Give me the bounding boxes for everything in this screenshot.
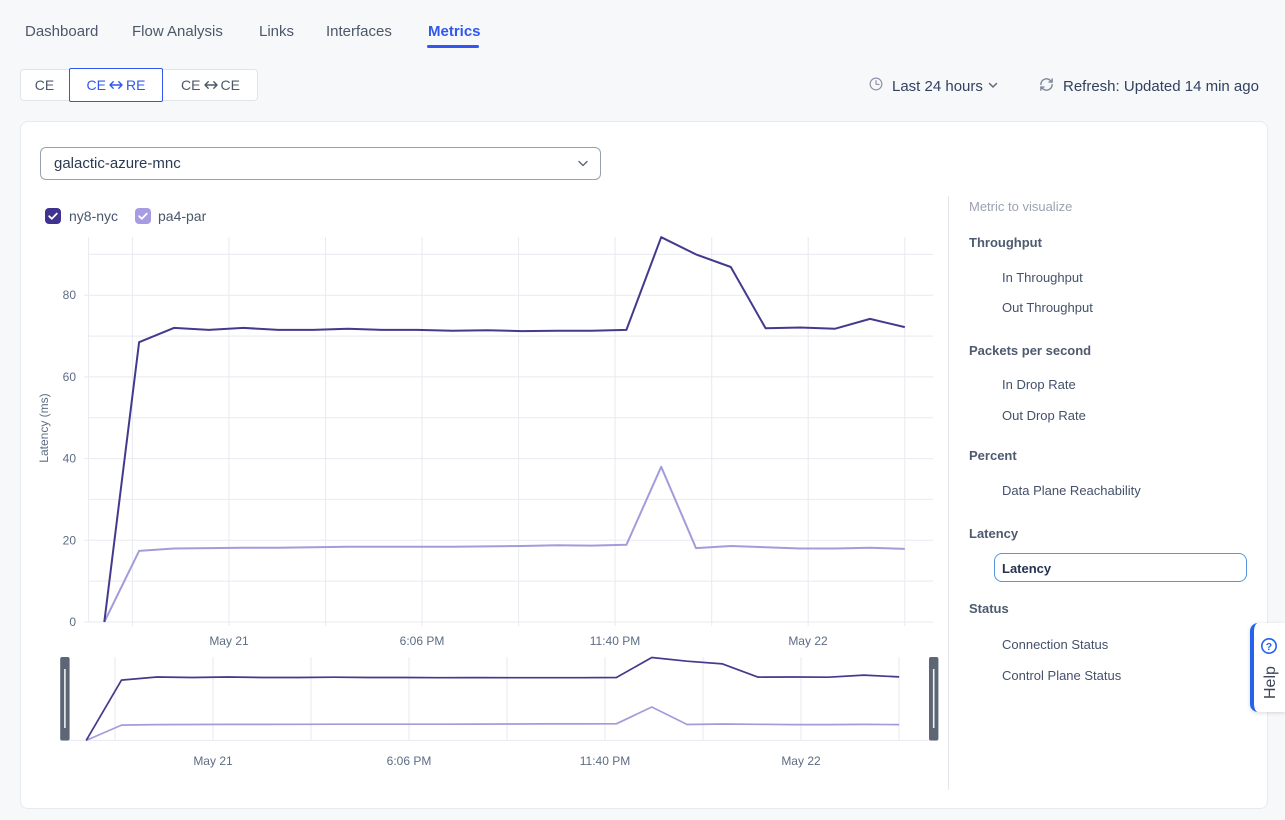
svg-text:40: 40 [63, 452, 77, 466]
svg-text:May 21: May 21 [209, 634, 249, 648]
svg-text:20: 20 [63, 533, 77, 547]
svg-text:May 21: May 21 [193, 754, 233, 768]
svg-text:May 22: May 22 [781, 754, 821, 768]
svg-text:11:40 PM: 11:40 PM [590, 634, 640, 648]
svg-text:6:06 PM: 6:06 PM [400, 634, 445, 648]
svg-text:May 22: May 22 [788, 634, 828, 648]
svg-text:60: 60 [63, 370, 77, 384]
svg-text:?: ? [1266, 641, 1272, 653]
svg-text:0: 0 [69, 615, 76, 629]
svg-text:6:06 PM: 6:06 PM [387, 754, 432, 768]
svg-text:Latency (ms): Latency (ms) [37, 393, 51, 462]
svg-text:11:40 PM: 11:40 PM [580, 754, 630, 768]
svg-text:80: 80 [63, 288, 77, 302]
